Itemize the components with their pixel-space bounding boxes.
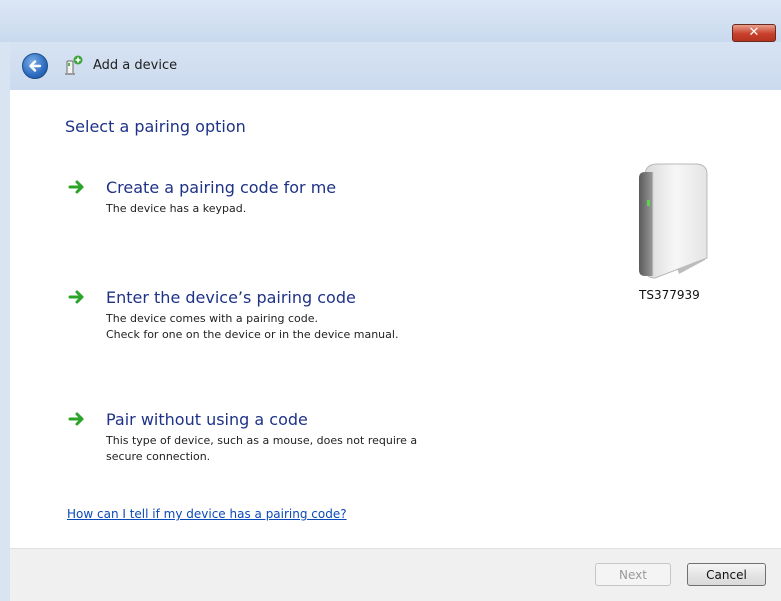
page-heading: Select a pairing option: [65, 117, 246, 136]
green-arrow-icon: [68, 179, 86, 199]
option-title: Create a pairing code for me: [106, 178, 337, 197]
next-button[interactable]: Next: [595, 563, 671, 586]
description-line: The device has a keypad.: [106, 202, 247, 215]
pairing-code-help-link[interactable]: How can I tell if my device has a pairin…: [67, 507, 347, 521]
external-drive-icon: [633, 160, 709, 286]
option-title: Pair without using a code: [106, 410, 308, 429]
option-description: This type of device, such as a mouse, do…: [106, 433, 417, 465]
button-bar: Next Cancel: [10, 548, 781, 601]
option-description: The device has a keypad.: [106, 201, 246, 217]
navigation-bar: Add a device: [0, 42, 781, 90]
add-device-icon: [64, 55, 84, 81]
window-left-edge: [0, 42, 10, 601]
green-arrow-icon: [68, 289, 86, 309]
device-name-label: TS377939: [639, 288, 700, 302]
back-button[interactable]: [22, 53, 48, 79]
cancel-button[interactable]: Cancel: [687, 563, 766, 586]
green-arrow-icon: [68, 411, 86, 431]
option-description: The device comes with a pairing code. Ch…: [106, 311, 398, 343]
content-area: Select a pairing option Create a pairing…: [10, 90, 781, 548]
title-bar: ✕: [0, 0, 781, 42]
description-line: The device comes with a pairing code.: [106, 312, 318, 325]
option-title: Enter the device’s pairing code: [106, 288, 356, 307]
back-arrow-icon: [29, 60, 42, 72]
window-title: Add a device: [93, 58, 178, 73]
description-line: Check for one on the device or in the de…: [106, 328, 399, 341]
description-line: secure connection.: [106, 450, 211, 463]
description-line: This type of device, such as a mouse, do…: [106, 434, 418, 447]
close-button[interactable]: ✕: [732, 24, 776, 42]
